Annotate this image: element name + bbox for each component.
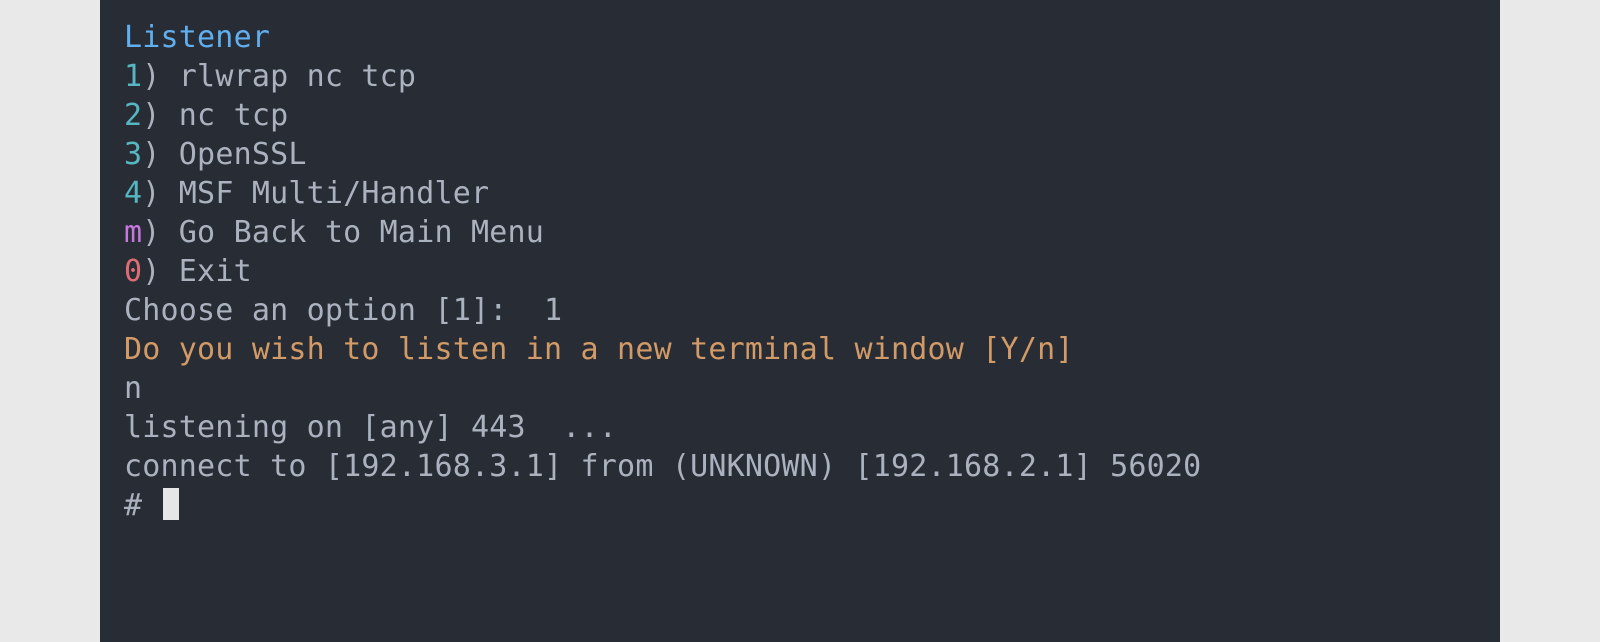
- menu-label-4: MSF Multi/Handler: [179, 176, 489, 211]
- menu-paren: ): [142, 215, 160, 250]
- menu-key-3: 3: [124, 137, 142, 172]
- menu-label-m: Go Back to Main Menu: [179, 215, 544, 250]
- choose-input[interactable]: 1: [544, 293, 562, 328]
- menu-paren: ): [142, 176, 160, 211]
- menu-label-0: Exit: [179, 254, 252, 289]
- menu-title: Listener: [124, 20, 270, 55]
- choose-prompt: Choose an option [1]:: [124, 293, 544, 328]
- menu-key-2: 2: [124, 98, 142, 133]
- menu-paren: ): [142, 98, 160, 133]
- menu-label-2: nc tcp: [179, 98, 289, 133]
- menu-paren: ): [142, 254, 160, 289]
- menu-key-4: 4: [124, 176, 142, 211]
- shell-prompt[interactable]: #: [124, 488, 161, 523]
- menu-key-1: 1: [124, 59, 142, 94]
- menu-label-3: OpenSSL: [179, 137, 307, 172]
- cursor-icon: [163, 488, 180, 520]
- page: Listener 1) rlwrap nc tcp 2) nc tcp 3) O…: [0, 0, 1600, 642]
- menu-key-0: 0: [124, 254, 142, 289]
- connect-line: connect to [192.168.3.1] from (UNKNOWN) …: [124, 449, 1201, 484]
- menu-paren: ): [142, 137, 160, 172]
- menu-paren: ): [142, 59, 160, 94]
- menu-label-1: rlwrap nc tcp: [179, 59, 416, 94]
- terminal-window[interactable]: Listener 1) rlwrap nc tcp 2) nc tcp 3) O…: [100, 0, 1500, 642]
- listening-line: listening on [any] 443 ...: [124, 410, 617, 445]
- question-answer[interactable]: n: [124, 371, 142, 406]
- question-line: Do you wish to listen in a new terminal …: [124, 332, 1074, 367]
- menu-key-m: m: [124, 215, 142, 250]
